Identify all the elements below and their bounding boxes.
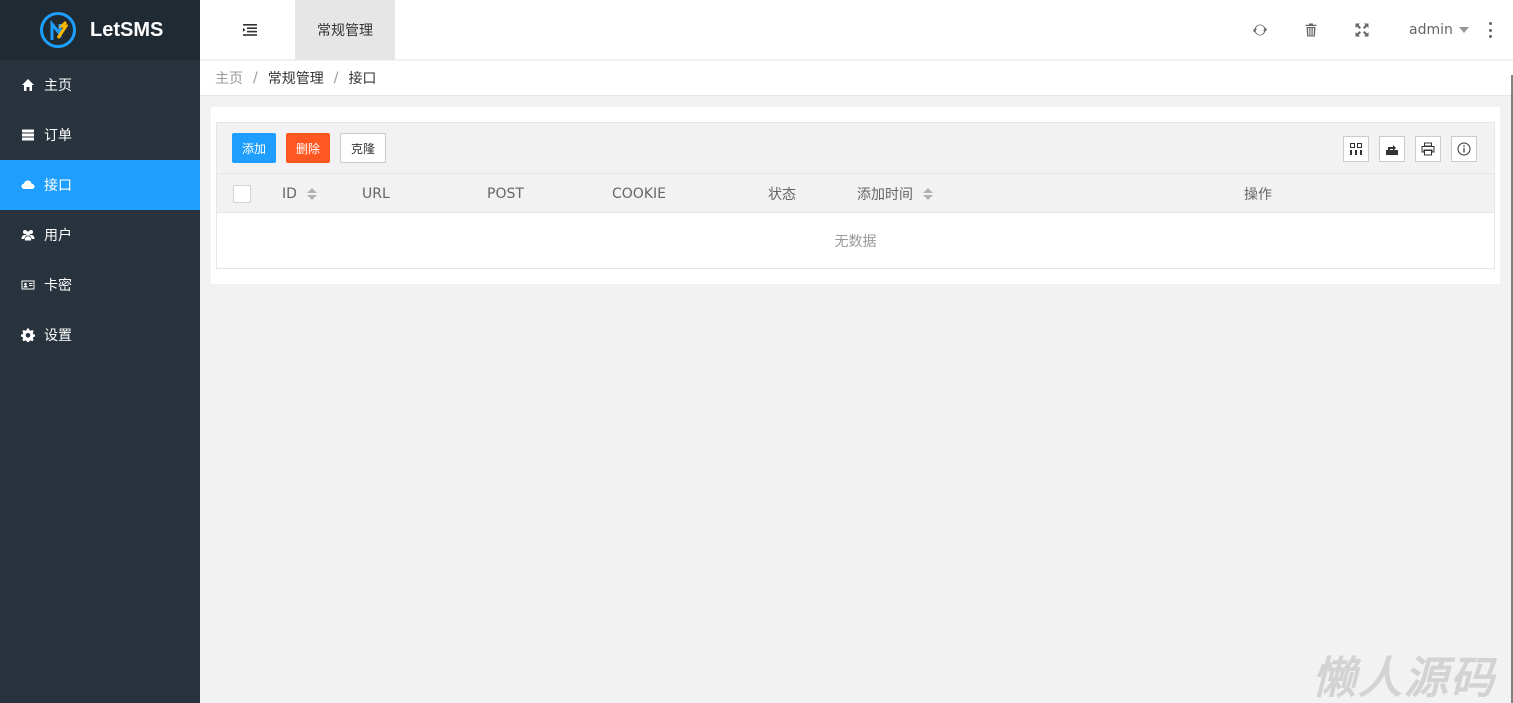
export-icon[interactable]: [1379, 136, 1405, 162]
gear-icon: [20, 327, 36, 343]
breadcrumb-current: 接口: [348, 71, 377, 87]
server-icon: [20, 127, 36, 143]
column-header-status: 状态: [768, 174, 796, 213]
fullscreen-icon[interactable]: [1353, 21, 1371, 39]
top-header: 常规管理 admin: [200, 0, 1513, 60]
logo-mark-icon: [40, 12, 76, 48]
id-card-icon: [20, 277, 36, 293]
column-label: POST: [487, 185, 524, 202]
sidebar-item-label: 卡密: [44, 278, 72, 294]
sidebar: LetSMS 主页 订单 接口 用户 卡密 设置: [0, 0, 200, 703]
sidebar-item-label: 订单: [44, 128, 72, 144]
users-icon: [20, 227, 36, 243]
column-label: URL: [362, 185, 390, 202]
table-toolbar: 添加 删除 克隆: [216, 122, 1495, 174]
sidebar-item-label: 用户: [44, 228, 72, 244]
columns-icon[interactable]: [1343, 136, 1369, 162]
delete-button[interactable]: 删除: [286, 133, 330, 163]
sidebar-item-users[interactable]: 用户: [0, 210, 200, 260]
print-icon[interactable]: [1415, 136, 1441, 162]
sidebar-item-settings[interactable]: 设置: [0, 310, 200, 360]
clone-button[interactable]: 克隆: [340, 133, 386, 163]
select-all-cell: [233, 174, 251, 213]
breadcrumb: 主页 / 常规管理 / 接口: [200, 61, 1513, 96]
tab-general-management[interactable]: 常规管理: [295, 0, 395, 60]
cloud-icon: [20, 177, 36, 193]
logo[interactable]: LetSMS: [0, 0, 200, 60]
column-label: COOKIE: [612, 185, 666, 202]
breadcrumb-home[interactable]: 主页: [215, 68, 243, 88]
column-label: 添加时间: [857, 186, 913, 203]
sidebar-item-label: 主页: [44, 78, 72, 94]
add-button[interactable]: 添加: [232, 133, 276, 163]
menu-toggle-icon[interactable]: [240, 20, 260, 40]
sidebar-item-home[interactable]: 主页: [0, 60, 200, 110]
data-table: ID URL POST COOKIE 状态 添加时间 操作 无数据: [216, 174, 1495, 269]
content-card: 添加 删除 克隆 ID URL POST COOKIE 状态 添加时间 操作 无…: [211, 107, 1500, 284]
column-header-id[interactable]: ID: [282, 174, 317, 213]
breadcrumb-separator: /: [253, 70, 258, 86]
sidebar-item-orders[interactable]: 订单: [0, 110, 200, 160]
trash-icon[interactable]: [1302, 21, 1320, 39]
column-header-actions: 操作: [1244, 174, 1272, 213]
refresh-icon[interactable]: [1251, 21, 1269, 39]
sidebar-item-interface[interactable]: 接口: [0, 160, 200, 210]
column-header-post: POST: [487, 174, 524, 213]
sort-icon[interactable]: [923, 187, 933, 200]
column-header-url: URL: [362, 174, 390, 213]
column-label: ID: [282, 185, 297, 202]
column-header-created-at[interactable]: 添加时间: [857, 174, 933, 213]
app-name: LetSMS: [90, 18, 164, 41]
sort-icon[interactable]: [306, 187, 317, 200]
username: admin: [1409, 22, 1453, 38]
select-all-checkbox[interactable]: [233, 184, 251, 203]
table-header: ID URL POST COOKIE 状态 添加时间 操作: [217, 174, 1494, 213]
more-icon[interactable]: [1487, 22, 1493, 38]
info-icon[interactable]: [1451, 136, 1477, 162]
chevron-down-icon: [1458, 27, 1469, 33]
home-icon: [20, 77, 36, 93]
watermark: 懒人源码: [1312, 653, 1496, 703]
column-label: 状态: [768, 186, 796, 203]
empty-state: 无数据: [834, 233, 877, 250]
sidebar-item-label: 设置: [44, 328, 72, 344]
column-label: 操作: [1244, 186, 1272, 203]
column-header-cookie: COOKIE: [612, 174, 666, 213]
breadcrumb-general[interactable]: 常规管理: [268, 68, 324, 88]
sidebar-item-cards[interactable]: 卡密: [0, 260, 200, 310]
sidebar-item-label: 接口: [44, 178, 72, 194]
breadcrumb-separator: /: [333, 70, 339, 86]
user-menu[interactable]: admin: [1409, 20, 1469, 40]
